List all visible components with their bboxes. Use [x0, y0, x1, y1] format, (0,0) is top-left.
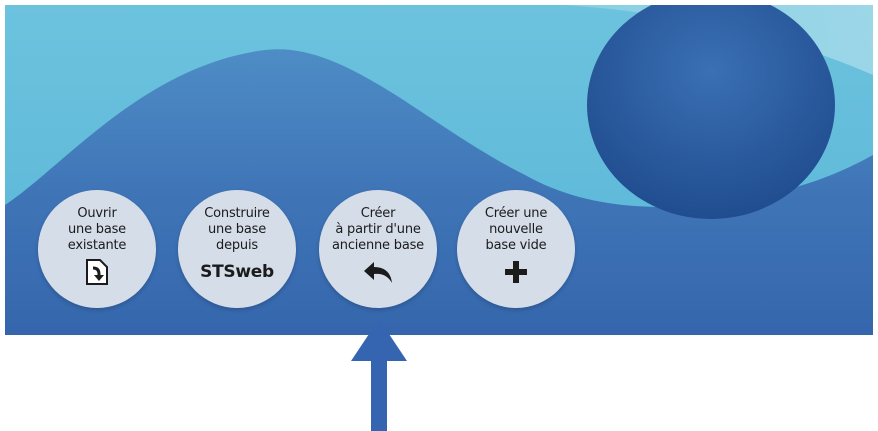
create-from-old-base-label: Créer à partir d'une ancienne base — [332, 206, 424, 253]
stsweb-logo-text: STSweb — [200, 262, 274, 282]
open-file-icon — [85, 258, 109, 286]
create-from-old-base-button[interactable]: Créer à partir d'une ancienne base — [319, 190, 437, 308]
reply-arrow-icon — [362, 258, 394, 286]
open-existing-base-label: Ouvrir une base existante — [67, 206, 127, 253]
build-from-stsweb-button[interactable]: Construire une base depuis STSweb — [178, 190, 296, 308]
build-from-stsweb-label: Construire une base depuis — [204, 206, 270, 253]
pointer-arrow — [351, 319, 407, 431]
plus-icon — [504, 258, 528, 286]
open-existing-base-button[interactable]: Ouvrir une base existante — [38, 190, 156, 308]
screenshot-stage: Ouvrir une base existante Construire une… — [0, 0, 878, 431]
create-empty-base-button[interactable]: Créer une nouvelle base vide — [457, 190, 575, 308]
create-empty-base-label: Créer une nouvelle base vide — [484, 206, 548, 253]
welcome-panel: Ouvrir une base existante Construire une… — [5, 5, 873, 335]
